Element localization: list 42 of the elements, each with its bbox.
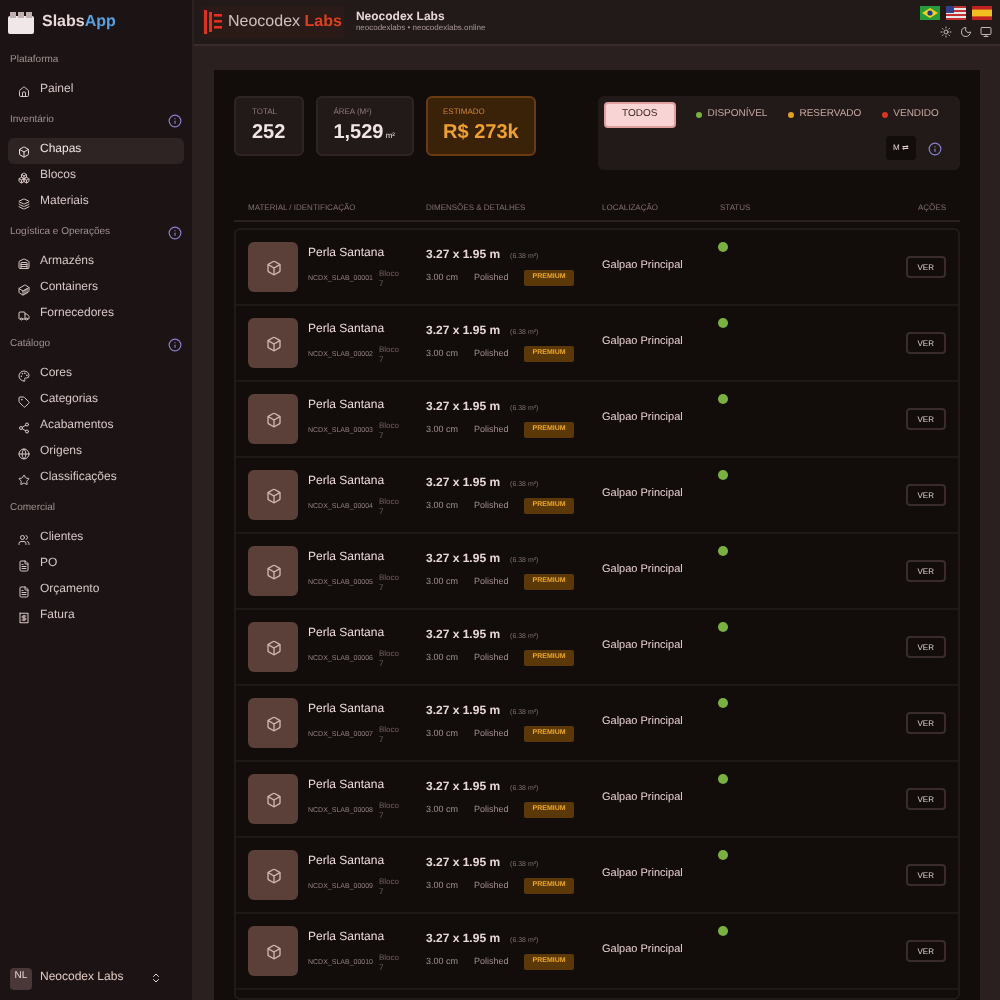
box-icon [265, 943, 281, 959]
flag-icon[interactable] [972, 6, 992, 20]
logo-icon [8, 11, 34, 33]
home-icon [18, 85, 30, 97]
box-icon [18, 145, 30, 157]
info-icon[interactable] [168, 226, 182, 240]
brand-name: SlabsApp [42, 10, 116, 34]
share-icon [18, 421, 30, 433]
sun-icon[interactable] [940, 26, 952, 38]
box-icon [265, 791, 281, 807]
truck-icon [18, 309, 30, 321]
logo-text: Neocodex Labs [228, 10, 342, 34]
flag-icon[interactable] [920, 6, 940, 20]
moon-icon[interactable] [960, 26, 972, 38]
box-icon [265, 867, 281, 883]
box-icon [265, 259, 281, 275]
palette-icon [18, 369, 30, 381]
stat-value: R$ 273k [443, 119, 518, 147]
box-icon [265, 487, 281, 503]
document-icon [18, 559, 30, 571]
box-icon [265, 715, 281, 731]
globe-icon [18, 447, 30, 459]
info-icon[interactable] [928, 141, 942, 155]
box-icon [265, 563, 281, 579]
receipt-icon [18, 611, 30, 623]
stat-value: 252 [252, 119, 286, 147]
container-icon [18, 283, 30, 295]
info-icon[interactable] [168, 114, 182, 128]
logo-icon [204, 10, 224, 34]
boxes-icon [18, 171, 30, 183]
info-icon[interactable] [168, 338, 182, 352]
box-icon [265, 335, 281, 351]
users-icon [18, 533, 30, 545]
star-icon [18, 473, 30, 485]
monitor-icon[interactable] [980, 26, 992, 38]
tag-icon [18, 395, 30, 407]
box-icon [265, 411, 281, 427]
document-icon [18, 585, 30, 597]
box-icon [265, 639, 281, 655]
warehouse-icon [18, 257, 30, 269]
layers-icon [18, 197, 30, 209]
flag-icon[interactable] [946, 6, 966, 20]
